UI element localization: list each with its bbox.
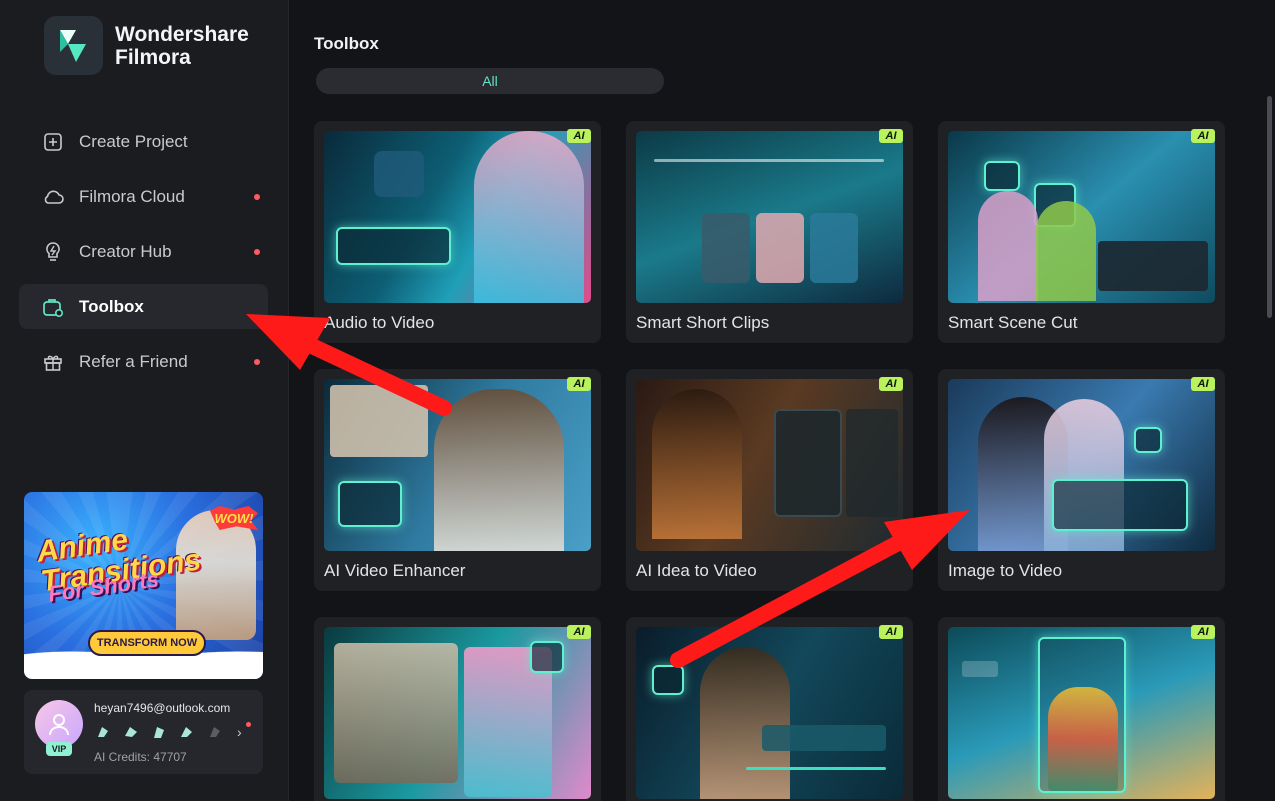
- avatar[interactable]: [35, 700, 83, 748]
- account-email: heyan7496@outlook.com: [94, 701, 231, 715]
- plus-square-icon: [41, 130, 65, 154]
- tool-thumbnail: [636, 379, 903, 551]
- chevron-right-icon[interactable]: ›: [237, 724, 242, 740]
- tool-card-label: AI Video Enhancer: [324, 561, 466, 580]
- gift-icon: [41, 350, 65, 374]
- transform-now-button[interactable]: TRANSFORM NOW: [88, 630, 206, 656]
- achievement-badges: [94, 723, 224, 741]
- tool-card-label: Audio to Video: [324, 313, 435, 332]
- badge-icon: [178, 723, 196, 741]
- notification-dot: [246, 722, 251, 727]
- ai-badge: AI: [879, 625, 903, 639]
- sidebar-item-label: Toolbox: [79, 296, 144, 316]
- filmora-logo-icon: [44, 16, 103, 75]
- tool-thumbnail: [636, 627, 903, 799]
- cloud-icon: [41, 185, 65, 209]
- tool-thumbnail: [636, 131, 903, 303]
- tool-card[interactable]: AI: [314, 617, 601, 801]
- brand-line2: Filmora: [115, 45, 191, 69]
- badge-icon: [150, 723, 168, 741]
- sidebar-item-label: Refer a Friend: [79, 351, 188, 371]
- tool-card[interactable]: AI: [626, 617, 913, 801]
- ai-badge: AI: [567, 625, 591, 639]
- sidebar-item-creator-hub[interactable]: Creator Hub: [19, 229, 268, 274]
- badge-icon: [94, 723, 112, 741]
- sidebar-item-toolbox[interactable]: Toolbox: [19, 284, 268, 329]
- sidebar: Wondershare Filmora Create Project Filmo…: [0, 0, 289, 801]
- brand-name: Wondershare Filmora: [115, 23, 249, 69]
- ai-credits: AI Credits: 47707: [94, 750, 187, 764]
- tool-card[interactable]: AI: [938, 617, 1225, 801]
- tool-thumbnail: [948, 627, 1215, 799]
- tool-thumbnail: [324, 379, 591, 551]
- notification-dot: [254, 359, 260, 365]
- tool-card-label: Image to Video: [948, 561, 1063, 580]
- notification-dot: [254, 249, 260, 255]
- tool-card-smart-short-clips[interactable]: AI Smart Short Clips: [626, 121, 913, 343]
- tool-card-ai-idea-to-video[interactable]: AI AI Idea to Video: [626, 369, 913, 591]
- sidebar-item-filmora-cloud[interactable]: Filmora Cloud: [19, 174, 268, 219]
- toolbox-icon: [41, 295, 65, 319]
- badge-icon: [206, 723, 224, 741]
- sidebar-item-label: Creator Hub: [79, 241, 172, 261]
- sidebar-item-label: Create Project: [79, 131, 188, 151]
- tool-card-image-to-video[interactable]: AI Image to Video: [938, 369, 1225, 591]
- tool-card-audio-to-video[interactable]: AI Audio to Video: [314, 121, 601, 343]
- bulb-icon: [41, 240, 65, 264]
- filter-tab-all[interactable]: All: [316, 68, 664, 94]
- brand-line1: Wondershare: [115, 22, 249, 46]
- tool-thumbnail: [948, 379, 1215, 551]
- tool-card-label: Smart Short Clips: [636, 313, 770, 332]
- notification-dot: [254, 194, 260, 200]
- ai-badge: AI: [879, 377, 903, 391]
- ai-badge: AI: [1191, 377, 1215, 391]
- tool-thumbnail: [948, 131, 1215, 303]
- ai-badge: AI: [567, 377, 591, 391]
- sidebar-nav: Create Project Filmora Cloud Creator Hub…: [19, 119, 268, 394]
- tool-card-ai-video-enhancer[interactable]: AI AI Video Enhancer: [314, 369, 601, 591]
- ai-badge: AI: [1191, 625, 1215, 639]
- tool-thumbnail: [324, 627, 591, 799]
- sidebar-item-label: Filmora Cloud: [79, 186, 185, 206]
- scrollbar-thumb[interactable]: [1267, 96, 1272, 318]
- page-title: Toolbox: [314, 34, 379, 53]
- sidebar-item-create-project[interactable]: Create Project: [19, 119, 268, 164]
- ai-badge: AI: [567, 129, 591, 143]
- sidebar-item-refer-a-friend[interactable]: Refer a Friend: [19, 339, 268, 384]
- brand[interactable]: Wondershare Filmora: [44, 16, 249, 75]
- vip-badge: VIP: [46, 742, 72, 756]
- tool-card-label: Smart Scene Cut: [948, 313, 1078, 332]
- ai-badge: AI: [879, 129, 903, 143]
- tool-card-smart-scene-cut[interactable]: AI Smart Scene Cut: [938, 121, 1225, 343]
- main-content: Toolbox All AI Audio to Video AI Smart S…: [290, 0, 1275, 801]
- tool-thumbnail: [324, 131, 591, 303]
- account-panel[interactable]: VIP heyan7496@outlook.com › AI Credits: …: [24, 690, 263, 774]
- badge-icon: [122, 723, 140, 741]
- tool-card-label: AI Idea to Video: [636, 561, 757, 580]
- promo-banner[interactable]: WOW! Anime Transitions For Shorts TRANSF…: [24, 492, 263, 679]
- ai-badge: AI: [1191, 129, 1215, 143]
